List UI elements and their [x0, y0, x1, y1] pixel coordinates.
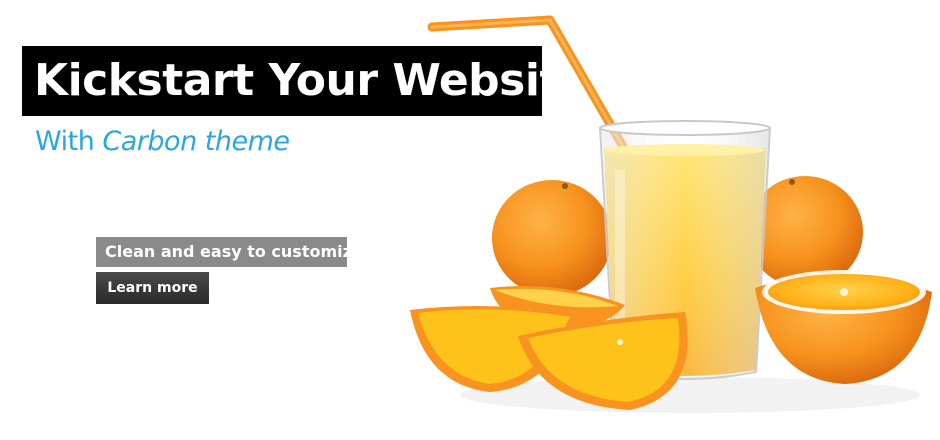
hero-subhead: With Carbon theme — [35, 126, 290, 157]
learn-more-button[interactable]: Learn more — [96, 272, 209, 304]
straw — [427, 15, 630, 155]
whole-orange-left — [492, 180, 612, 296]
half-orange-right — [755, 270, 932, 384]
subhead-emphasis: Carbon theme — [102, 126, 290, 157]
subhead-prefix: With — [35, 126, 95, 157]
hero-tagline: Clean and easy to customize — [96, 237, 363, 267]
orange-juice-illustration — [410, 15, 932, 413]
hero-banner: Kickstart Your Website With Carbon theme… — [0, 0, 940, 440]
